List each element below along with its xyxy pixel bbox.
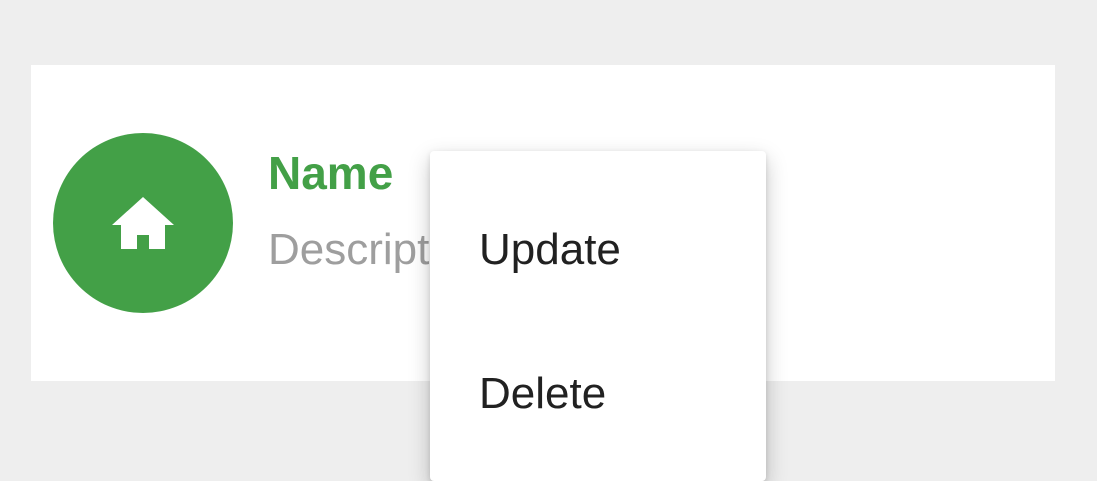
home-icon	[112, 197, 174, 249]
menu-item-update[interactable]: Update	[430, 202, 766, 298]
item-name: Name	[268, 147, 394, 199]
menu-item-delete[interactable]: Delete	[430, 346, 766, 442]
avatar	[53, 133, 233, 313]
context-menu: Update Delete	[430, 151, 766, 481]
